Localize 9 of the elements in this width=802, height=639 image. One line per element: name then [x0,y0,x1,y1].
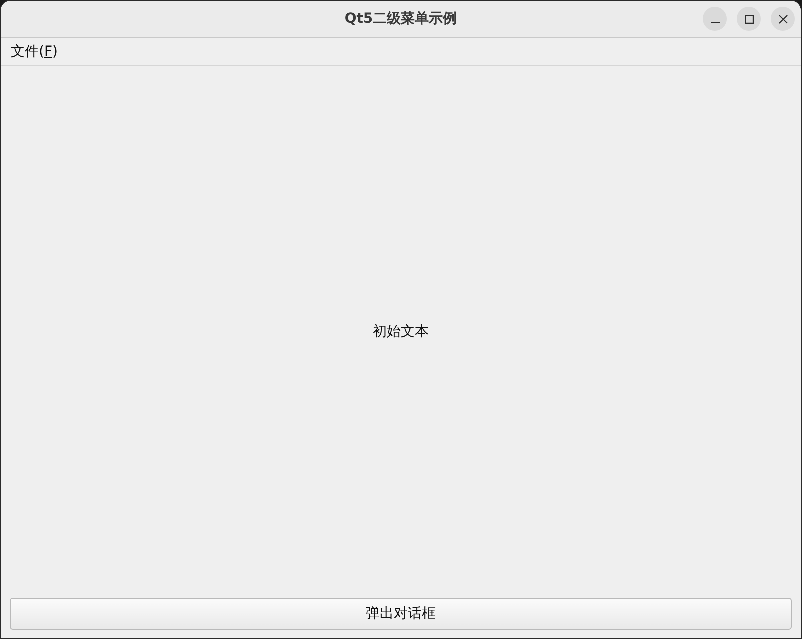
popup-dialog-button[interactable]: 弹出对话框 [10,598,792,630]
maximize-button[interactable] [737,7,761,31]
window-title: Qt5二级菜单示例 [344,10,458,28]
file-menu[interactable]: 文件(F) [4,40,65,64]
maximize-icon [744,14,754,24]
close-icon [778,14,788,24]
text-label: 初始文本 [373,323,429,341]
minimize-icon [710,22,720,24]
close-button[interactable] [771,7,795,31]
